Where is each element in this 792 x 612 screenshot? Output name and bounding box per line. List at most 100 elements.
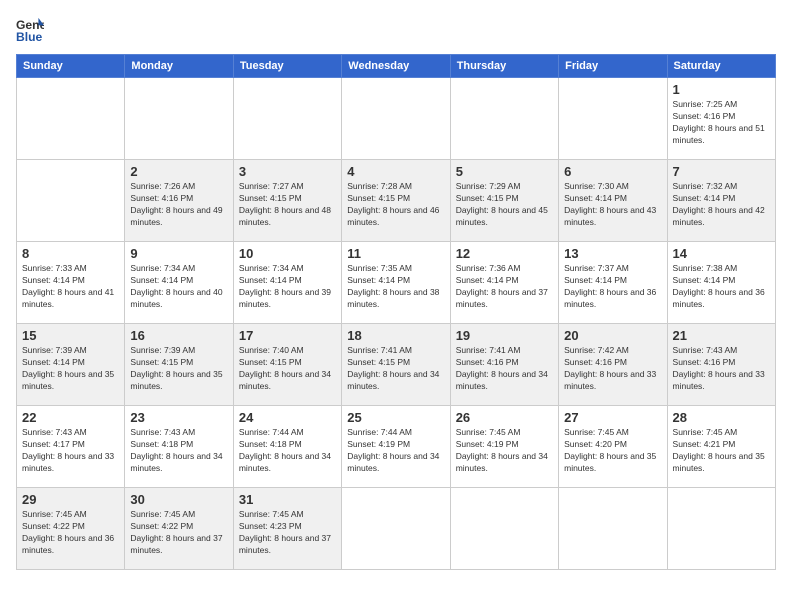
day-detail: Sunrise: 7:42 AMSunset: 4:16 PMDaylight:… [564,345,656,391]
day-number: 25 [347,410,444,425]
day-detail: Sunrise: 7:45 AMSunset: 4:20 PMDaylight:… [564,427,656,473]
calendar-cell: 22 Sunrise: 7:43 AMSunset: 4:17 PMDaylig… [17,406,125,488]
calendar-cell: 21 Sunrise: 7:43 AMSunset: 4:16 PMDaylig… [667,324,775,406]
calendar-row: 22 Sunrise: 7:43 AMSunset: 4:17 PMDaylig… [17,406,776,488]
day-detail: Sunrise: 7:30 AMSunset: 4:14 PMDaylight:… [564,181,656,227]
calendar-cell: 5 Sunrise: 7:29 AMSunset: 4:15 PMDayligh… [450,160,558,242]
day-number: 6 [564,164,661,179]
header: General Blue [16,16,776,44]
day-detail: Sunrise: 7:26 AMSunset: 4:16 PMDaylight:… [130,181,222,227]
calendar-cell: 28 Sunrise: 7:45 AMSunset: 4:21 PMDaylig… [667,406,775,488]
day-number: 12 [456,246,553,261]
day-detail: Sunrise: 7:44 AMSunset: 4:19 PMDaylight:… [347,427,439,473]
page-container: General Blue SundayMondayTuesdayWednesda… [0,0,792,612]
calendar-cell: 20 Sunrise: 7:42 AMSunset: 4:16 PMDaylig… [559,324,667,406]
day-detail: Sunrise: 7:45 AMSunset: 4:23 PMDaylight:… [239,509,331,555]
calendar-cell: 10 Sunrise: 7:34 AMSunset: 4:14 PMDaylig… [233,242,341,324]
calendar-cell [450,488,558,570]
calendar-day-header: Saturday [667,55,775,78]
day-detail: Sunrise: 7:27 AMSunset: 4:15 PMDaylight:… [239,181,331,227]
day-number: 17 [239,328,336,343]
calendar-cell [342,488,450,570]
day-number: 16 [130,328,227,343]
day-detail: Sunrise: 7:45 AMSunset: 4:21 PMDaylight:… [673,427,765,473]
empty-cell [125,78,233,160]
day-number: 4 [347,164,444,179]
calendar-cell: 24 Sunrise: 7:44 AMSunset: 4:18 PMDaylig… [233,406,341,488]
day-number: 14 [673,246,770,261]
calendar-cell: 18 Sunrise: 7:41 AMSunset: 4:15 PMDaylig… [342,324,450,406]
calendar-day-header: Friday [559,55,667,78]
day-number: 28 [673,410,770,425]
calendar-day-header: Sunday [17,55,125,78]
day-number: 27 [564,410,661,425]
day-detail: Sunrise: 7:32 AMSunset: 4:14 PMDaylight:… [673,181,765,227]
empty-cell [17,78,125,160]
day-number: 13 [564,246,661,261]
day-number: 19 [456,328,553,343]
day-detail: Sunrise: 7:36 AMSunset: 4:14 PMDaylight:… [456,263,548,309]
calendar-row: 29 Sunrise: 7:45 AMSunset: 4:22 PMDaylig… [17,488,776,570]
calendar-cell: 15 Sunrise: 7:39 AMSunset: 4:14 PMDaylig… [17,324,125,406]
day-detail: Sunrise: 7:45 AMSunset: 4:22 PMDaylight:… [22,509,114,555]
day-detail: Sunrise: 7:34 AMSunset: 4:14 PMDaylight:… [239,263,331,309]
day-number: 23 [130,410,227,425]
day-number: 1 [673,82,770,97]
empty-cell [233,78,341,160]
empty-cell [342,78,450,160]
day-number: 15 [22,328,119,343]
svg-text:Blue: Blue [16,30,43,44]
day-detail: Sunrise: 7:34 AMSunset: 4:14 PMDaylight:… [130,263,222,309]
day-number: 24 [239,410,336,425]
calendar-cell: 16 Sunrise: 7:39 AMSunset: 4:15 PMDaylig… [125,324,233,406]
day-number: 9 [130,246,227,261]
calendar-cell: 23 Sunrise: 7:43 AMSunset: 4:18 PMDaylig… [125,406,233,488]
day-detail: Sunrise: 7:37 AMSunset: 4:14 PMDaylight:… [564,263,656,309]
day-number: 5 [456,164,553,179]
calendar-row: 15 Sunrise: 7:39 AMSunset: 4:14 PMDaylig… [17,324,776,406]
day-number: 18 [347,328,444,343]
day-number: 21 [673,328,770,343]
day-number: 8 [22,246,119,261]
day-number: 11 [347,246,444,261]
day-detail: Sunrise: 7:43 AMSunset: 4:18 PMDaylight:… [130,427,222,473]
calendar-cell [667,488,775,570]
empty-cell [559,78,667,160]
day-detail: Sunrise: 7:25 AMSunset: 4:16 PMDaylight:… [673,99,765,145]
day-number: 3 [239,164,336,179]
day-detail: Sunrise: 7:43 AMSunset: 4:17 PMDaylight:… [22,427,114,473]
calendar-cell: 1 Sunrise: 7:25 AMSunset: 4:16 PMDayligh… [667,78,775,160]
calendar-cell: 11 Sunrise: 7:35 AMSunset: 4:14 PMDaylig… [342,242,450,324]
calendar-cell: 14 Sunrise: 7:38 AMSunset: 4:14 PMDaylig… [667,242,775,324]
calendar-row: 2 Sunrise: 7:26 AMSunset: 4:16 PMDayligh… [17,160,776,242]
calendar-cell: 27 Sunrise: 7:45 AMSunset: 4:20 PMDaylig… [559,406,667,488]
calendar-day-header: Monday [125,55,233,78]
calendar-day-header: Wednesday [342,55,450,78]
day-number: 26 [456,410,553,425]
calendar-cell [17,160,125,242]
calendar-day-header: Tuesday [233,55,341,78]
day-detail: Sunrise: 7:39 AMSunset: 4:15 PMDaylight:… [130,345,222,391]
calendar-cell: 26 Sunrise: 7:45 AMSunset: 4:19 PMDaylig… [450,406,558,488]
calendar-cell [559,488,667,570]
day-number: 7 [673,164,770,179]
calendar-cell: 25 Sunrise: 7:44 AMSunset: 4:19 PMDaylig… [342,406,450,488]
calendar-table: SundayMondayTuesdayWednesdayThursdayFrid… [16,54,776,570]
calendar-cell: 13 Sunrise: 7:37 AMSunset: 4:14 PMDaylig… [559,242,667,324]
day-detail: Sunrise: 7:44 AMSunset: 4:18 PMDaylight:… [239,427,331,473]
calendar-cell: 29 Sunrise: 7:45 AMSunset: 4:22 PMDaylig… [17,488,125,570]
calendar-cell: 2 Sunrise: 7:26 AMSunset: 4:16 PMDayligh… [125,160,233,242]
calendar-cell: 3 Sunrise: 7:27 AMSunset: 4:15 PMDayligh… [233,160,341,242]
day-number: 30 [130,492,227,507]
day-detail: Sunrise: 7:39 AMSunset: 4:14 PMDaylight:… [22,345,114,391]
day-detail: Sunrise: 7:41 AMSunset: 4:15 PMDaylight:… [347,345,439,391]
day-detail: Sunrise: 7:38 AMSunset: 4:14 PMDaylight:… [673,263,765,309]
day-detail: Sunrise: 7:45 AMSunset: 4:19 PMDaylight:… [456,427,548,473]
calendar-cell: 19 Sunrise: 7:41 AMSunset: 4:16 PMDaylig… [450,324,558,406]
calendar-day-header: Thursday [450,55,558,78]
day-number: 20 [564,328,661,343]
day-number: 2 [130,164,227,179]
day-detail: Sunrise: 7:43 AMSunset: 4:16 PMDaylight:… [673,345,765,391]
logo-icon: General Blue [16,16,44,44]
day-number: 22 [22,410,119,425]
